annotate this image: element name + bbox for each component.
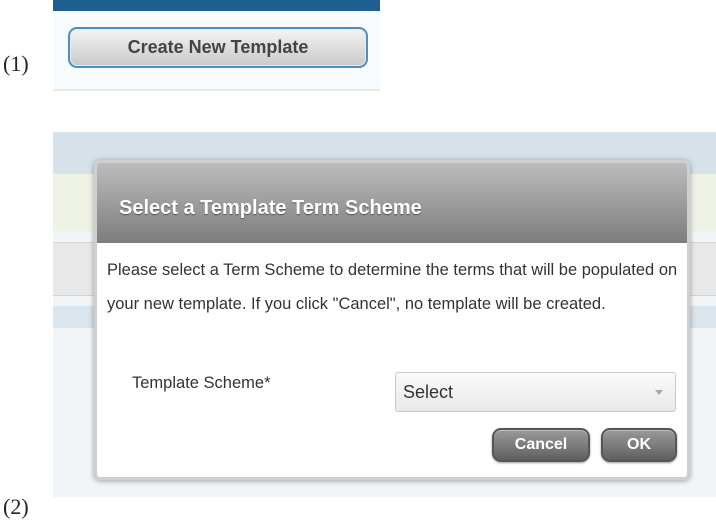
cancel-button[interactable]: Cancel <box>492 428 590 462</box>
term-scheme-dialog: Select a Template Term Scheme Please sel… <box>94 160 690 480</box>
dialog-header: Select a Template Term Scheme <box>97 163 687 243</box>
dialog-title: Select a Template Term Scheme <box>119 196 422 219</box>
create-new-template-button[interactable]: Create New Template <box>68 27 368 68</box>
divider <box>53 89 380 91</box>
screenshot-panel-term-scheme-dialog: Select a Template Term Scheme Please sel… <box>53 132 716 497</box>
template-scheme-label: Template Scheme* <box>132 374 271 392</box>
template-scheme-selected-value: Select <box>403 381 454 402</box>
screenshot-panel-create-template: Create New Template <box>53 0 380 91</box>
chevron-down-icon <box>655 390 663 395</box>
dialog-message: Please select a Term Scheme to determine… <box>107 261 678 313</box>
template-scheme-select[interactable]: Select <box>395 372 676 412</box>
step-label-2: (2) <box>3 494 29 519</box>
ok-button[interactable]: OK <box>601 428 677 462</box>
top-bar <box>53 0 380 11</box>
step-label-1: (1) <box>3 51 29 76</box>
